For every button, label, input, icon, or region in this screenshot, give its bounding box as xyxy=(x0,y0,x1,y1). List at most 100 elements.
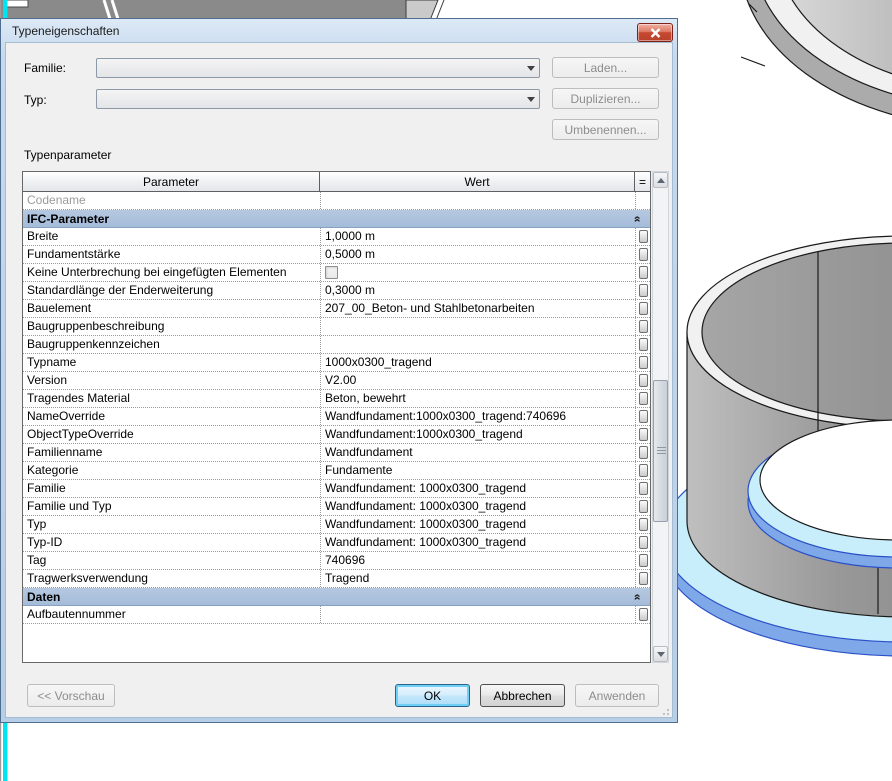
parameter-row[interactable]: Baugruppenbeschreibung xyxy=(23,318,650,336)
parameter-value[interactable]: 0,5000 m xyxy=(320,246,635,263)
associate-parameter-button[interactable] xyxy=(639,284,648,297)
collapse-chevron-icon[interactable]: » xyxy=(630,216,644,223)
associate-parameter-button[interactable] xyxy=(639,392,648,405)
family-combobox-dropdown[interactable] xyxy=(522,59,539,77)
parameter-value[interactable]: Wandfundament: 1000x0300_tragend xyxy=(320,480,635,497)
associate-parameter-button[interactable] xyxy=(639,410,648,423)
parameter-row[interactable]: Typ-IDWandfundament: 1000x0300_tragend xyxy=(23,534,650,552)
associate-parameter-button[interactable] xyxy=(639,536,648,549)
associate-parameter-button[interactable] xyxy=(639,374,648,387)
parameter-value[interactable]: V2.00 xyxy=(320,372,635,389)
associate-parameter-button[interactable] xyxy=(639,266,648,279)
parameter-row[interactable]: Familie und TypWandfundament: 1000x0300_… xyxy=(23,498,650,516)
resize-grip[interactable] xyxy=(659,705,669,715)
parameter-row[interactable]: ObjectTypeOverrideWandfundament:1000x030… xyxy=(23,426,650,444)
parameter-value[interactable] xyxy=(320,336,635,353)
associate-parameter-button[interactable] xyxy=(639,338,648,351)
associate-parameter-cell xyxy=(635,408,650,425)
parameter-row[interactable]: FamiliennameWandfundament xyxy=(23,444,650,462)
associate-parameter-button[interactable] xyxy=(639,248,648,261)
parameter-row[interactable]: Bauelement207_00_Beton- und Stahlbetonar… xyxy=(23,300,650,318)
parameter-value[interactable]: Fundamente xyxy=(320,462,635,479)
family-combobox[interactable] xyxy=(96,58,540,78)
apply-button[interactable]: Anwenden xyxy=(575,684,659,707)
associate-parameter-button[interactable] xyxy=(639,302,648,315)
parameter-row[interactable]: NameOverrideWandfundament:1000x0300_trag… xyxy=(23,408,650,426)
parameter-row[interactable]: Standardlänge der Enderweiterung0,3000 m xyxy=(23,282,650,300)
parameter-value[interactable]: Wandfundament xyxy=(320,444,635,461)
associate-parameter-button[interactable] xyxy=(639,554,648,567)
parameter-value[interactable]: Wandfundament:1000x0300_tragend:740696 xyxy=(320,408,635,425)
type-combobox[interactable] xyxy=(96,89,540,109)
duplicate-button[interactable]: Duplizieren... xyxy=(552,88,659,109)
parameter-value[interactable] xyxy=(320,318,635,335)
parameter-name: Baugruppenbeschreibung xyxy=(23,318,320,335)
associate-parameter-button[interactable] xyxy=(639,230,648,243)
parameter-value[interactable]: Wandfundament:1000x0300_tragend xyxy=(320,426,635,443)
scrollbar-down-button[interactable] xyxy=(653,646,668,662)
column-header-eq[interactable]: = xyxy=(635,172,650,191)
parameter-value[interactable]: 740696 xyxy=(320,552,635,569)
parameter-value[interactable]: 207_00_Beton- und Stahlbetonarbeiten xyxy=(320,300,635,317)
associate-parameter-button[interactable] xyxy=(639,356,648,369)
parameter-row[interactable]: FamilieWandfundament: 1000x0300_tragend xyxy=(23,480,650,498)
scrollbar-up-button[interactable] xyxy=(653,172,668,188)
associate-parameter-button[interactable] xyxy=(639,608,648,621)
parameter-row[interactable]: Tag740696 xyxy=(23,552,650,570)
associate-parameter-button[interactable] xyxy=(639,500,648,513)
associate-parameter-cell xyxy=(635,480,650,497)
parameter-value[interactable]: Tragend xyxy=(320,570,635,587)
parameter-value[interactable] xyxy=(320,264,635,281)
associate-parameter-button[interactable] xyxy=(639,482,648,495)
associate-parameter-button[interactable] xyxy=(639,446,648,459)
parameter-row[interactable]: Codename xyxy=(23,192,650,210)
parameter-value[interactable]: Wandfundament: 1000x0300_tragend xyxy=(320,516,635,533)
column-header-wert[interactable]: Wert xyxy=(320,172,635,191)
parameter-table[interactable]: Parameter Wert = CodenameIFC-Parameter»B… xyxy=(22,171,651,663)
parameter-row[interactable]: TragwerksverwendungTragend xyxy=(23,570,650,588)
parameter-value[interactable]: 0,3000 m xyxy=(320,282,635,299)
parameter-row[interactable]: TypWandfundament: 1000x0300_tragend xyxy=(23,516,650,534)
parameter-name: Fundamentstärke xyxy=(23,246,320,263)
type-combobox-dropdown[interactable] xyxy=(522,90,539,108)
close-button[interactable] xyxy=(637,23,673,42)
parameter-group-row[interactable]: Daten» xyxy=(23,588,650,606)
parameter-row[interactable]: Tragendes MaterialBeton, bewehrt xyxy=(23,390,650,408)
parameter-name: Tragendes Material xyxy=(23,390,320,407)
parameter-value[interactable]: 1,0000 m xyxy=(320,228,635,245)
associate-parameter-button[interactable] xyxy=(639,464,648,477)
associate-parameter-button[interactable] xyxy=(639,320,648,333)
background-model-strip[interactable] xyxy=(0,0,444,19)
preview-button[interactable]: << Vorschau xyxy=(27,684,115,707)
dialog-titlebar[interactable]: Typeneigenschaften xyxy=(1,19,677,42)
parameter-row[interactable]: Typname1000x0300_tragend xyxy=(23,354,650,372)
table-scrollbar[interactable] xyxy=(652,171,669,663)
parameter-row[interactable]: Fundamentstärke0,5000 m xyxy=(23,246,650,264)
parameter-value[interactable]: Wandfundament: 1000x0300_tragend xyxy=(320,498,635,515)
parameter-row[interactable]: VersionV2.00 xyxy=(23,372,650,390)
parameter-value[interactable]: Beton, bewehrt xyxy=(320,390,635,407)
load-button[interactable]: Laden... xyxy=(552,57,659,78)
parameter-row[interactable]: Aufbautennummer xyxy=(23,606,650,624)
parameter-row[interactable]: KategorieFundamente xyxy=(23,462,650,480)
parameter-group-row[interactable]: IFC-Parameter» xyxy=(23,210,650,228)
cancel-button[interactable]: Abbrechen xyxy=(480,684,565,707)
checkbox-unchecked[interactable] xyxy=(325,266,338,279)
rename-button[interactable]: Umbenennen... xyxy=(552,119,659,140)
parameter-value[interactable] xyxy=(320,192,635,209)
scrollbar-thumb[interactable] xyxy=(653,380,668,522)
associate-parameter-button[interactable] xyxy=(639,428,648,441)
table-header: Parameter Wert = xyxy=(23,172,650,192)
parameter-row[interactable]: Breite1,0000 m xyxy=(23,228,650,246)
collapse-chevron-icon[interactable]: » xyxy=(630,594,644,601)
associate-parameter-button[interactable] xyxy=(639,518,648,531)
parameter-value[interactable]: Wandfundament: 1000x0300_tragend xyxy=(320,534,635,551)
column-header-parameter[interactable]: Parameter xyxy=(23,172,320,191)
family-label: Familie: xyxy=(24,59,66,77)
parameter-value[interactable] xyxy=(320,606,635,623)
parameter-row[interactable]: Keine Unterbrechung bei eingefügten Elem… xyxy=(23,264,650,282)
parameter-row[interactable]: Baugruppenkennzeichen xyxy=(23,336,650,354)
associate-parameter-button[interactable] xyxy=(639,572,648,585)
ok-button[interactable]: OK xyxy=(395,684,470,707)
parameter-value[interactable]: 1000x0300_tragend xyxy=(320,354,635,371)
